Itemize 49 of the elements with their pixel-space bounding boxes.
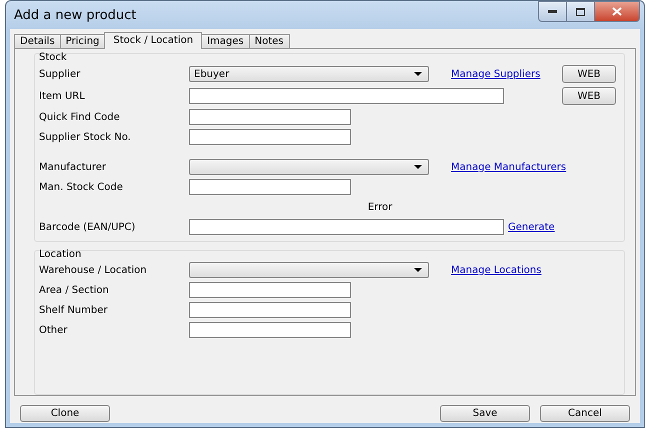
dialog-button[interactable]: Save — [440, 405, 530, 422]
field-label: Manufacturer — [39, 162, 107, 172]
web-button[interactable]: WEB — [562, 87, 616, 105]
field-label: Man. Stock Code — [39, 182, 124, 192]
link[interactable]: Manage Suppliers — [441, 68, 540, 80]
field-label: Warehouse / Location — [39, 264, 148, 276]
tab[interactable]: Images — [201, 34, 250, 49]
dropdown[interactable] — [189, 262, 429, 278]
input-field[interactable] — [189, 322, 351, 338]
input-field[interactable] — [189, 179, 351, 195]
maximize-button[interactable] — [566, 1, 595, 22]
maximize-icon — [576, 8, 585, 16]
input-field[interactable] — [189, 109, 351, 125]
field-label: Supplier Stock No. — [39, 132, 132, 142]
dialog-button[interactable]: Cancel — [540, 405, 630, 422]
field-label: Area / Section — [39, 284, 110, 296]
close-icon — [612, 7, 622, 16]
close-button[interactable] — [594, 1, 640, 22]
input-field[interactable] — [189, 88, 504, 104]
link[interactable]: Manage Manufacturers — [441, 162, 566, 172]
tab[interactable]: Details — [14, 34, 61, 49]
group-title: Stock — [39, 52, 68, 63]
minimize-icon — [548, 10, 557, 13]
link[interactable]: Generate — [504, 222, 555, 232]
caret-icon — [414, 72, 422, 76]
input-field[interactable] — [189, 282, 351, 298]
input-field[interactable] — [189, 129, 351, 145]
group-title: Location — [39, 249, 82, 260]
web-button[interactable]: WEB — [562, 65, 616, 83]
field-label: Item URL — [39, 90, 86, 102]
field-label: Quick Find Code — [39, 112, 121, 122]
caret-icon — [414, 165, 422, 169]
link[interactable]: Manage Locations — [441, 264, 542, 276]
tab[interactable]: Notes — [248, 34, 290, 49]
input-field[interactable] — [189, 302, 351, 318]
tab[interactable]: Stock / Location — [104, 32, 202, 49]
dropdown[interactable] — [189, 159, 429, 175]
clone-button[interactable]: Clone — [20, 405, 110, 422]
field-label: Barcode (EAN/UPC) — [39, 222, 136, 232]
tab[interactable]: Pricing — [60, 34, 106, 49]
input-field[interactable] — [189, 219, 504, 235]
field-label: Supplier — [39, 68, 82, 80]
caret-icon — [414, 268, 422, 272]
error-message: Error — [366, 202, 392, 212]
field-label: Other — [39, 324, 68, 336]
minimize-button[interactable] — [538, 1, 567, 22]
field-label: Shelf Number — [39, 304, 108, 316]
window-title: Add a new product — [13, 8, 136, 22]
dropdown[interactable]: Ebuyer — [189, 66, 429, 82]
